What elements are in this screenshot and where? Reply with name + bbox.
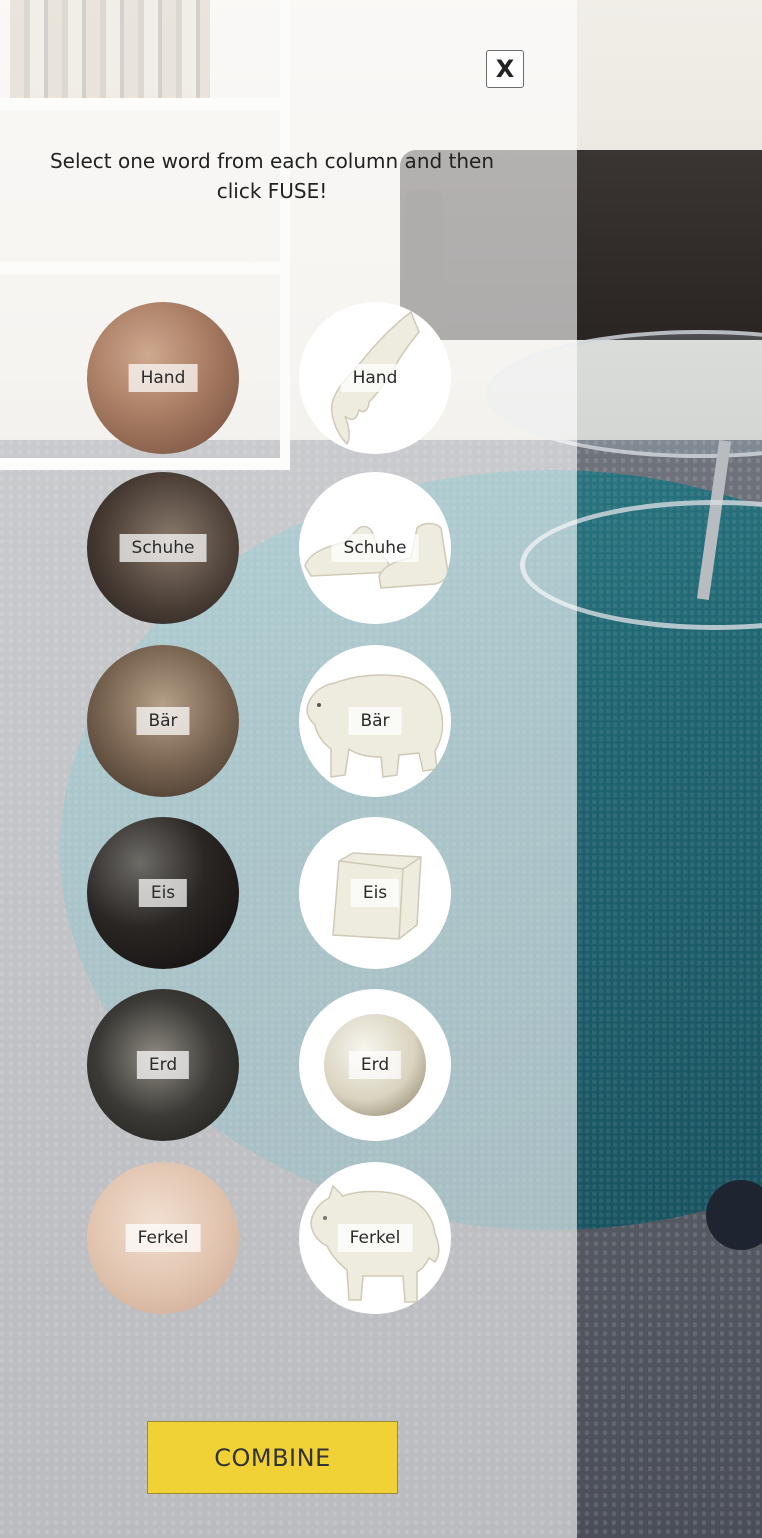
material-option-eis[interactable]: Eis — [87, 817, 239, 969]
option-label: Eis — [350, 879, 400, 907]
option-label: Bär — [136, 707, 190, 735]
option-label: Ferkel — [337, 1224, 413, 1252]
combine-button[interactable]: COMBINE — [147, 1421, 398, 1494]
shape-option-baer[interactable]: Bär — [299, 645, 451, 797]
option-label: Eis — [138, 879, 188, 907]
option-label: Bär — [348, 707, 402, 735]
option-label: Schuhe — [119, 534, 207, 562]
shape-option-ferkel[interactable]: Ferkel — [299, 1162, 451, 1314]
shape-option-schuhe[interactable]: Schuhe — [299, 472, 451, 624]
material-option-schuhe[interactable]: Schuhe — [87, 472, 239, 624]
shape-option-erd[interactable]: Erd — [299, 989, 451, 1141]
material-option-baer[interactable]: Bär — [87, 645, 239, 797]
option-label: Ferkel — [125, 1224, 201, 1252]
shape-option-hand[interactable]: Hand — [299, 302, 451, 454]
option-label: Hand — [340, 364, 410, 392]
material-option-erd[interactable]: Erd — [87, 989, 239, 1141]
word-selection-panel: X Select one word from each column and t… — [0, 0, 577, 1538]
option-label: Erd — [136, 1051, 190, 1079]
option-label: Schuhe — [331, 534, 419, 562]
option-label: Erd — [348, 1051, 402, 1079]
shape-option-eis[interactable]: Eis — [299, 817, 451, 969]
instruction-text: Select one word from each column and the… — [49, 149, 495, 203]
option-label: Hand — [128, 364, 198, 392]
close-button[interactable]: X — [486, 50, 524, 88]
material-option-ferkel[interactable]: Ferkel — [87, 1162, 239, 1314]
material-option-hand[interactable]: Hand — [87, 302, 239, 454]
